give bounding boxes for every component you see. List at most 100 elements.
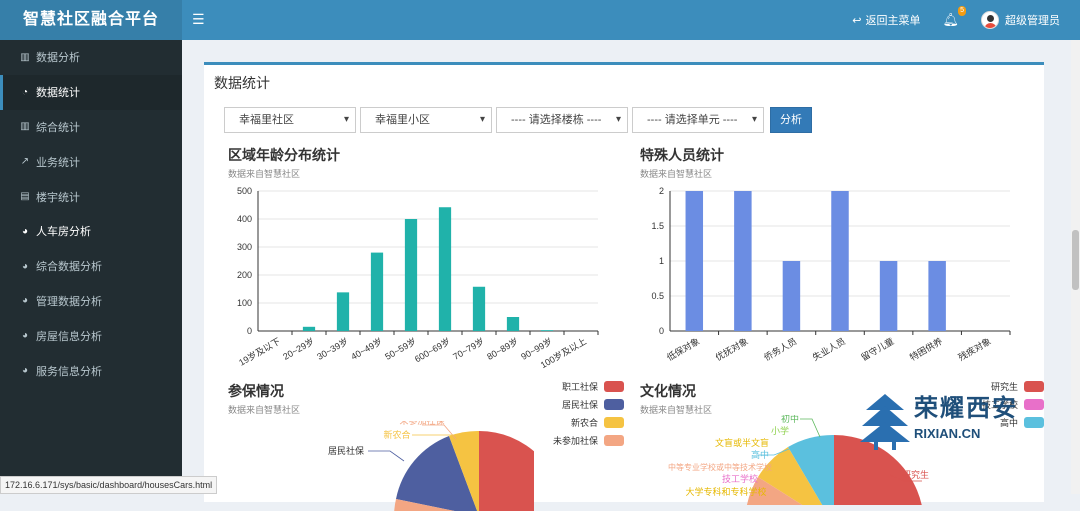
age-x-tick-label: 70~79岁 [451, 335, 486, 362]
special-y-tick-label: 1 [659, 256, 664, 266]
filter-bar: 幸福里社区 幸福里小区 ---- 请选择楼栋 ---- ---- 请选择单元 -… [224, 107, 812, 133]
age-x-tick-label: 30~39岁 [315, 335, 350, 362]
age-bar [540, 330, 554, 331]
insurance-legend-item[interactable]: 居民社保 [514, 395, 624, 413]
sidebar-item-housing-info[interactable]: ◕ 房屋信息分析 [0, 318, 182, 353]
menu-toggle-icon[interactable]: ☰ [192, 11, 205, 28]
dashboard-icon: ◕ [21, 330, 29, 342]
age-bar [404, 219, 418, 331]
insurance-chart-title: 参保情况 [228, 383, 284, 399]
user-menu[interactable]: 超级管理员 [981, 11, 1060, 29]
reply-arrow-icon: ↩ [852, 14, 862, 27]
pie-label-junior: 初中 [781, 415, 799, 424]
avatar [981, 11, 999, 29]
pie-label-college: 大学专科和专科学校 [685, 486, 766, 497]
age-x-tick-label: 600~69岁 [412, 335, 452, 364]
unit-select[interactable]: ---- 请选择单元 ---- [632, 107, 764, 133]
age-y-tick-label: 200 [237, 270, 252, 280]
page-scrollbar[interactable] [1071, 40, 1080, 494]
age-y-tick-label: 0 [247, 326, 252, 336]
insurance-pie-chart: 未参加社保 新农合 居民社保 [328, 421, 534, 511]
age-y-tick-label: 100 [237, 298, 252, 308]
analyze-button[interactable]: 分析 [770, 107, 812, 133]
watermark: 荣耀西安 RIXIAN.CN [860, 388, 1060, 458]
watermark-url: RIXIAN.CN [914, 426, 981, 441]
notification-bell-icon[interactable]: 🔔︎ 5 [942, 6, 966, 28]
special-bar [685, 191, 704, 331]
sidebar-item-business-stats[interactable]: ↗ 业务统计 [0, 144, 182, 179]
sidebar-item-comprehensive-stats[interactable]: ▥ 综合统计 [0, 110, 182, 145]
special-x-tick-label: 特困供养 [907, 335, 944, 363]
age-bar [472, 286, 486, 331]
education-chart-title: 文化情况 [640, 383, 696, 399]
watermark-text: 荣耀西安 [914, 393, 1018, 422]
age-chart-subtitle: 数据来自智慧社区 [228, 169, 301, 179]
special-x-tick-label: 优抚对象 [713, 335, 750, 363]
pie-label-technical-side: 技工学校 [722, 473, 758, 484]
insurance-legend-swatch [604, 398, 624, 410]
user-name: 超级管理员 [1005, 15, 1060, 27]
special-y-tick-label: 2 [659, 186, 664, 196]
age-bar [438, 207, 452, 331]
building-icon: ▤ [20, 191, 30, 203]
page-title: 数据统计 [214, 75, 270, 91]
special-x-tick-label: 失业人员 [810, 335, 847, 363]
community-select[interactable]: 幸福里社区 [224, 107, 356, 133]
pie-chart-icon: ◔ [21, 86, 29, 98]
age-x-tick-label: 50~59岁 [383, 335, 418, 362]
special-y-tick-label: 1.5 [651, 221, 664, 231]
pie-label-primary: 小学 [771, 425, 789, 436]
special-chart-title: 特殊人员统计 [640, 147, 724, 163]
special-x-tick-label: 残疾对象 [956, 335, 993, 363]
special-bar [782, 261, 801, 331]
special-personnel-chart: 0 0.5 1 1.5 2 低保对象 优抚对象 侨务人员 失业人员 留守儿童 特困供养 残疾对象 [651, 186, 1011, 363]
special-bar [734, 191, 752, 331]
insurance-legend-swatch [604, 380, 624, 392]
special-chart-subtitle: 数据来自智慧社区 [640, 169, 713, 179]
building-select[interactable]: ---- 请选择楼栋 ---- [496, 107, 628, 133]
special-bar [928, 261, 946, 331]
app-title[interactable]: 智慧社区融合平台 [0, 0, 182, 40]
dashboard-icon: ◕ [21, 295, 29, 307]
sidebar-item-data-analysis[interactable]: ▥ 数据分析 [0, 40, 182, 75]
pie-label-new-rural: 新农合 [383, 429, 410, 440]
pie-label-vocational: 中等专业学校或中等技术学校 [668, 462, 772, 472]
age-bar [336, 292, 350, 331]
pie-label-uninsured: 未参加社保 [399, 421, 444, 426]
scroll-thumb[interactable] [1072, 230, 1079, 290]
sidebar-item-building-stats[interactable]: ▤ 楼宇统计 [0, 179, 182, 214]
estate-select[interactable]: 幸福里小区 [360, 107, 492, 133]
age-x-tick-label: 19岁及以下 [237, 335, 282, 368]
special-x-tick-label: 侨务人员 [762, 335, 799, 363]
age-x-tick-label: 80~89岁 [485, 335, 520, 362]
age-x-tick-label: 40~49岁 [349, 335, 384, 362]
special-y-tick-label: 0 [659, 326, 664, 336]
sidebar-item-people-car-house[interactable]: ◕ 人车房分析 [0, 214, 182, 249]
age-y-tick-label: 500 [237, 186, 252, 196]
bar-chart-icon: ▥ [20, 51, 30, 63]
sidebar-item-integrated-data[interactable]: ◕ 综合数据分析 [0, 249, 182, 284]
sidebar-item-management-data[interactable]: ◕ 管理数据分析 [0, 284, 182, 319]
age-bar [506, 317, 520, 331]
sidebar-item-service-info[interactable]: ◕ 服务信息分析 [0, 353, 182, 388]
sidebar: ▥ 数据分析 ◔ 数据统计 ▥ 综合统计 ↗ 业务统计 ▤ 楼宇统计 ◕ 人车房分析 ◕ 综合… [0, 40, 182, 494]
top-navbar: 智慧社区融合平台 ☰ ↩ 返回主菜单 🔔︎ 5 超级管理员 [0, 0, 1080, 40]
insurance-legend-swatch [604, 416, 624, 428]
insurance-legend-label: 新农合 [570, 417, 598, 428]
insurance-chart-subtitle: 数据来自智慧社区 [228, 405, 301, 415]
special-y-tick-label: 0.5 [651, 291, 664, 301]
insurance-legend-item[interactable]: 职工社保 [514, 377, 624, 395]
age-y-tick-label: 300 [237, 242, 252, 252]
dashboard-icon: ◕ [21, 260, 29, 272]
special-bar [831, 191, 849, 331]
pagoda-logo-icon [860, 394, 910, 450]
bar-chart-icon: ▥ [20, 121, 30, 133]
dashboard-icon: ◕ [21, 225, 29, 237]
special-x-tick-label: 低保对象 [665, 335, 702, 363]
sidebar-item-data-statistics[interactable]: ◔ 数据统计 [0, 74, 182, 110]
insurance-legend-swatch [604, 434, 624, 446]
back-to-main-menu-link[interactable]: ↩ 返回主菜单 [852, 12, 920, 28]
browser-status-url: 172.16.6.171/sys/basic/dashboard/housesC… [0, 476, 218, 494]
special-x-tick-label: 留守儿童 [859, 335, 896, 363]
pie-slice-employee [479, 431, 534, 511]
